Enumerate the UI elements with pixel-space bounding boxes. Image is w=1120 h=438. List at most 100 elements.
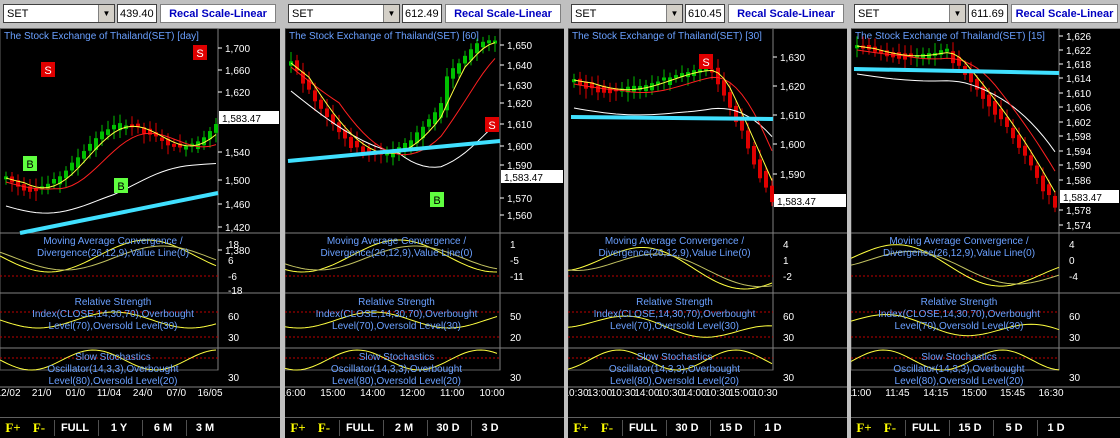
timeframe-button-30minusd[interactable]: 30 D [666, 420, 707, 436]
chart-area[interactable]: The Stock Exchange of Thailand(SET) [day… [0, 28, 280, 398]
candle[interactable] [70, 162, 74, 171]
recal-scale-label: Recal Scale-Linear [1015, 8, 1114, 20]
timeframe-button-3minusm[interactable]: 3 M [186, 420, 223, 436]
recal-scale-button[interactable]: Recal Scale-Linear [728, 4, 844, 23]
candle[interactable] [184, 146, 188, 150]
recal-scale-button[interactable]: Recal Scale-Linear [445, 4, 561, 23]
candle[interactable] [770, 185, 774, 203]
candle[interactable] [1041, 175, 1045, 192]
candle[interactable] [987, 94, 991, 107]
candle[interactable] [82, 151, 86, 159]
candle[interactable] [112, 124, 116, 130]
candle[interactable] [632, 85, 636, 92]
candle[interactable] [975, 79, 979, 90]
candle[interactable] [758, 159, 762, 179]
candle[interactable] [487, 40, 491, 44]
candle[interactable] [1029, 155, 1033, 166]
timeframe-button-6minusm[interactable]: 6 M [142, 420, 183, 436]
candle[interactable] [746, 130, 750, 149]
timeframe-button-fminus[interactable]: F- [596, 420, 618, 436]
candle[interactable] [349, 136, 353, 148]
timeframe-button-full[interactable]: FULL [622, 420, 663, 436]
candle[interactable] [596, 85, 600, 93]
candle[interactable] [1053, 195, 1057, 208]
timeframe-button-2minusm[interactable]: 2 M [383, 420, 424, 436]
timeframe-button-fminus[interactable]: F- [313, 420, 335, 436]
candle[interactable] [355, 140, 359, 148]
candle[interactable] [439, 103, 443, 118]
candle[interactable] [445, 76, 449, 111]
candle[interactable] [52, 179, 56, 184]
candle[interactable] [716, 67, 720, 85]
timeframe-button-1minusy[interactable]: 1 Y [98, 420, 139, 436]
candle[interactable] [608, 87, 612, 94]
symbol-select[interactable]: SET ▼ [571, 4, 683, 23]
candle[interactable] [578, 78, 582, 86]
candle[interactable] [927, 53, 931, 60]
timeframe-button-fplus[interactable]: F+ [2, 420, 24, 436]
chart-area[interactable]: The Stock Exchange of Thailand(SET) [60]… [285, 28, 564, 398]
chevron-down-icon[interactable]: ▼ [383, 5, 399, 22]
trend-line[interactable] [853, 67, 1060, 75]
candle[interactable] [451, 68, 455, 79]
candle[interactable] [172, 143, 176, 147]
timeframe-button-fminus[interactable]: F- [879, 420, 901, 436]
candle[interactable] [457, 63, 461, 74]
candle[interactable] [1011, 127, 1015, 139]
symbol-select[interactable]: SET ▼ [288, 4, 400, 23]
candle[interactable] [475, 43, 479, 54]
candle[interactable] [764, 170, 768, 188]
recal-scale-button[interactable]: Recal Scale-Linear [160, 4, 276, 23]
recal-scale-button[interactable]: Recal Scale-Linear [1011, 4, 1118, 23]
chevron-down-icon[interactable]: ▼ [949, 5, 965, 22]
timeframe-button-fminus[interactable]: F- [28, 420, 50, 436]
timeframe-button-fplus[interactable]: F+ [570, 420, 592, 436]
trend-line[interactable] [287, 139, 501, 163]
timeframe-button-5minusd[interactable]: 5 D [993, 420, 1034, 436]
symbol-select[interactable]: SET ▼ [3, 4, 115, 23]
timeframe-button-15minusd[interactable]: 15 D [710, 420, 751, 436]
candle[interactable] [313, 90, 317, 102]
candle[interactable] [427, 119, 431, 127]
candle[interactable] [100, 131, 104, 140]
candle[interactable] [214, 124, 218, 133]
price-tick-label: 1,460 [225, 200, 250, 211]
candle[interactable] [999, 108, 1003, 120]
chart-area[interactable]: The Stock Exchange of Thailand(SET) [15]… [851, 28, 1120, 398]
candle[interactable] [662, 77, 666, 81]
candle[interactable] [64, 170, 68, 179]
timeframe-button-full[interactable]: FULL [905, 420, 946, 436]
candle[interactable] [728, 92, 732, 108]
candle[interactable] [993, 100, 997, 115]
timeframe-button-fplus[interactable]: F+ [853, 420, 875, 436]
time-tick-label: 10:30 [611, 388, 636, 398]
candle[interactable] [1047, 184, 1051, 196]
candle[interactable] [325, 108, 329, 118]
candle[interactable] [945, 48, 949, 52]
timeframe-button-15minusd[interactable]: 15 D [949, 420, 990, 436]
chart-area[interactable]: The Stock Exchange of Thailand(SET) [30]… [568, 28, 847, 398]
timeframe-button-1minusd[interactable]: 1 D [754, 420, 791, 436]
symbol-select[interactable]: SET ▼ [854, 4, 966, 23]
candle[interactable] [106, 129, 110, 135]
candle[interactable] [481, 41, 485, 48]
chevron-down-icon[interactable]: ▼ [666, 5, 682, 22]
timeframe-button-30minusd[interactable]: 30 D [427, 420, 468, 436]
timeframe-button-3minusd[interactable]: 3 D [471, 420, 508, 436]
trend-line[interactable] [570, 115, 774, 121]
candle[interactable] [463, 55, 467, 64]
timeframe-button-full[interactable]: FULL [54, 420, 95, 436]
timeframe-button-fplus[interactable]: F+ [287, 420, 309, 436]
timeframe-button-1minusd[interactable]: 1 D [1037, 420, 1074, 436]
candle[interactable] [160, 137, 164, 141]
candle[interactable] [722, 80, 726, 96]
candle[interactable] [319, 99, 323, 109]
chevron-down-icon[interactable]: ▼ [98, 5, 114, 22]
last-value-field: 439.40 [117, 4, 157, 23]
candle[interactable] [88, 143, 92, 151]
candle[interactable] [1017, 134, 1021, 148]
candle[interactable] [1035, 165, 1039, 178]
candle[interactable] [752, 145, 756, 165]
candle[interactable] [1023, 145, 1027, 156]
timeframe-button-full[interactable]: FULL [339, 420, 380, 436]
